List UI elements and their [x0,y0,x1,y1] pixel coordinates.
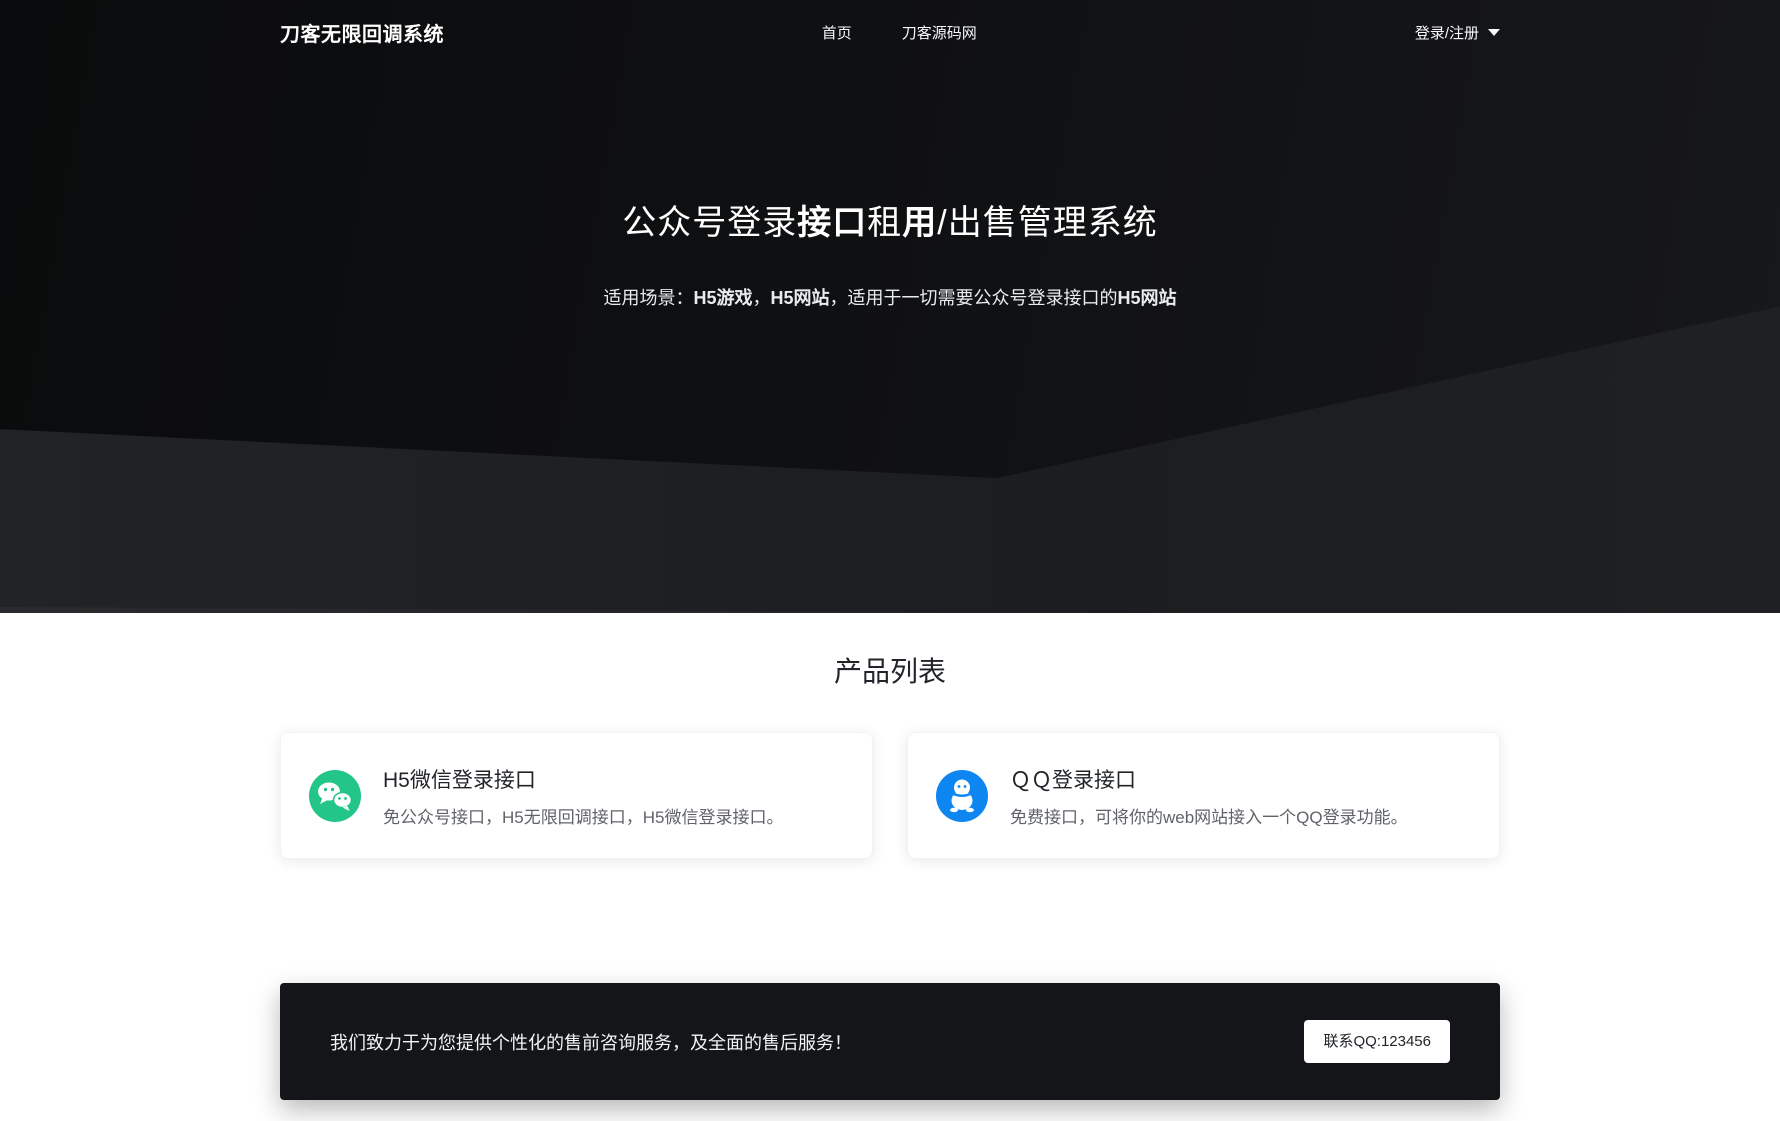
product-card-text: H5微信登录接口 免公众号接口，H5无限回调接口，H5微信登录接口。 [383,764,783,828]
contact-banner: 我们致力于为您提供个性化的售前咨询服务，及全面的售后服务！ 联系QQ:12345… [280,983,1500,1100]
product-description: 免公众号接口，H5无限回调接口，H5微信登录接口。 [383,803,783,828]
nav-links: 首页 刀客源码网 [822,0,977,64]
product-title: ＱＱ登录接口 [1010,764,1408,794]
product-description: 免费接口，可将你的web网站接入一个QQ登录功能。 [1010,803,1408,828]
products-heading: 产品列表 [280,652,1500,692]
brand-title[interactable]: 刀客无限回调系统 [280,18,444,47]
hero-section: 刀客无限回调系统 首页 刀客源码网 登录/注册 公众号登录接口租用/出售管理系统… [0,0,1780,613]
contact-qq-button[interactable]: 联系QQ:123456 [1304,1020,1450,1063]
login-register-dropdown[interactable]: 登录/注册 [1415,22,1500,43]
product-card-text: ＱＱ登录接口 免费接口，可将你的web网站接入一个QQ登录功能。 [1010,764,1408,828]
products-section: 产品列表 H5微信登录接口 免公众号接口，H5无限回调接口，H5微信登录接口。 [280,613,1500,859]
hero-title: 公众号登录接口租用/出售管理系统 [0,200,1780,248]
nav-link-home[interactable]: 首页 [822,22,852,43]
wechat-icon [309,770,361,822]
product-card-qq[interactable]: ＱＱ登录接口 免费接口，可将你的web网站接入一个QQ登录功能。 [907,732,1500,859]
product-card-wechat[interactable]: H5微信登录接口 免公众号接口，H5无限回调接口，H5微信登录接口。 [280,732,873,859]
nav-link-daoke-source[interactable]: 刀客源码网 [902,22,977,43]
navbar: 刀客无限回调系统 首页 刀客源码网 登录/注册 [0,0,1780,64]
product-title: H5微信登录接口 [383,764,783,794]
contact-banner-text: 我们致力于为您提供个性化的售前咨询服务，及全面的售后服务！ [330,1029,852,1055]
hero-subtitle: 适用场景：H5游戏，H5网站，适用于一切需要公众号登录接口的H5网站 [0,286,1780,311]
caret-down-icon [1488,29,1500,36]
product-cards: H5微信登录接口 免公众号接口，H5无限回调接口，H5微信登录接口。 ＱＱ登录接… [280,732,1500,859]
qq-icon [936,770,988,822]
login-register-label: 登录/注册 [1415,22,1479,43]
page: 刀客无限回调系统 首页 刀客源码网 登录/注册 公众号登录接口租用/出售管理系统… [0,0,1780,1121]
